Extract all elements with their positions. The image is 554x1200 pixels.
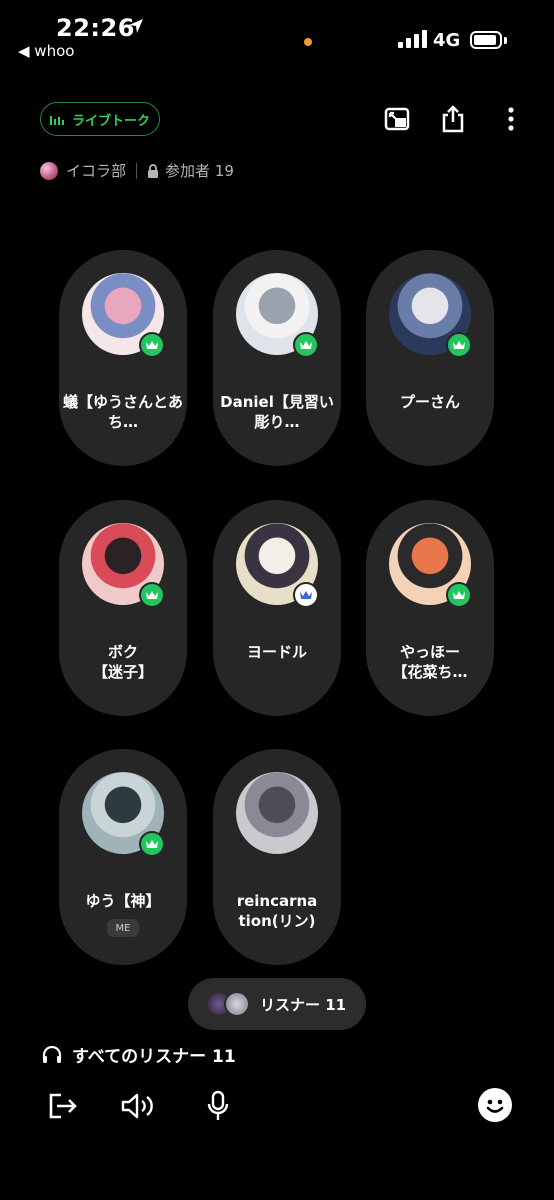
speaker-name: Daniel【見習い彫り… [220, 393, 334, 431]
speaker-card[interactable]: やっほー 【花菜ち… [366, 500, 494, 716]
leave-room-icon[interactable] [44, 1088, 80, 1124]
speaker-name: ゆう【神】 [85, 892, 161, 910]
signal-icon [398, 30, 427, 48]
battery-icon [470, 31, 502, 49]
room-info-row: イコラ部 参加者 19 [40, 160, 234, 181]
participants-count: 参加者 19 [165, 162, 234, 180]
crown-badge-icon [446, 582, 472, 608]
microphone-icon[interactable] [200, 1088, 236, 1124]
all-listeners-label: すべてのリスナー 11 [72, 1047, 236, 1067]
listener-pill-label: リスナー 11 [260, 995, 347, 1014]
speaker-volume-icon[interactable] [120, 1088, 156, 1124]
speaker-card[interactable]: プーさん [366, 250, 494, 466]
crown-badge-icon [446, 332, 472, 358]
audio-bars-icon [49, 116, 64, 125]
lock-icon [148, 163, 159, 178]
crown-badge-icon [293, 332, 319, 358]
status-time: 22:26 [56, 14, 135, 42]
speaker-card[interactable]: ヨードル [213, 500, 341, 716]
listener-avatars [206, 991, 250, 1017]
reaction-emoji-icon[interactable] [478, 1088, 512, 1122]
crown-badge-icon [139, 831, 165, 857]
location-arrow-icon [128, 18, 144, 38]
all-listeners-row[interactable]: すべてのリスナー 11 [42, 1042, 236, 1067]
speaker-card[interactable]: Daniel【見習い彫り… [213, 250, 341, 466]
crown-badge-icon [139, 332, 165, 358]
me-tag: ME [107, 919, 139, 937]
room-name[interactable]: イコラ部 [66, 160, 126, 181]
room-avatar [40, 161, 58, 180]
crown-badge-icon [293, 582, 319, 608]
speaker-card[interactable]: reincarna tion(リン) [213, 749, 341, 965]
speaker-name: ボク 【迷子】 [92, 643, 153, 681]
battery-nub [504, 37, 507, 44]
minimize-icon[interactable] [382, 104, 412, 134]
network-label: 4G [433, 30, 461, 51]
speaker-card[interactable]: 蟻【ゆうさんとあち… [59, 250, 187, 466]
more-options-icon[interactable] [496, 104, 526, 134]
speaker-card[interactable]: ボク 【迷子】 [59, 500, 187, 716]
speaker-name: やっほー 【花菜ち… [392, 643, 468, 681]
speaker-name: reincarna tion(リン) [236, 892, 318, 930]
back-to-app-link[interactable]: ◀ whoo [18, 42, 74, 60]
share-icon[interactable] [438, 104, 468, 134]
crown-badge-icon [139, 582, 165, 608]
speaker-avatar[interactable] [236, 772, 318, 854]
speaker-card[interactable]: ゆう【神】 ME [59, 749, 187, 965]
speaker-name: プーさん [399, 393, 460, 411]
listener-pill-button[interactable]: リスナー 11 [188, 978, 366, 1030]
divider [136, 162, 138, 179]
mic-in-use-indicator [304, 38, 312, 46]
live-talk-badge[interactable]: ライブトーク [40, 102, 160, 136]
headphones-icon [42, 1045, 62, 1063]
speaker-name: ヨードル [246, 643, 307, 661]
live-talk-label: ライブトーク [71, 113, 150, 129]
listener-avatar [224, 991, 250, 1017]
speaker-name: 蟻【ゆうさんとあち… [62, 393, 183, 431]
